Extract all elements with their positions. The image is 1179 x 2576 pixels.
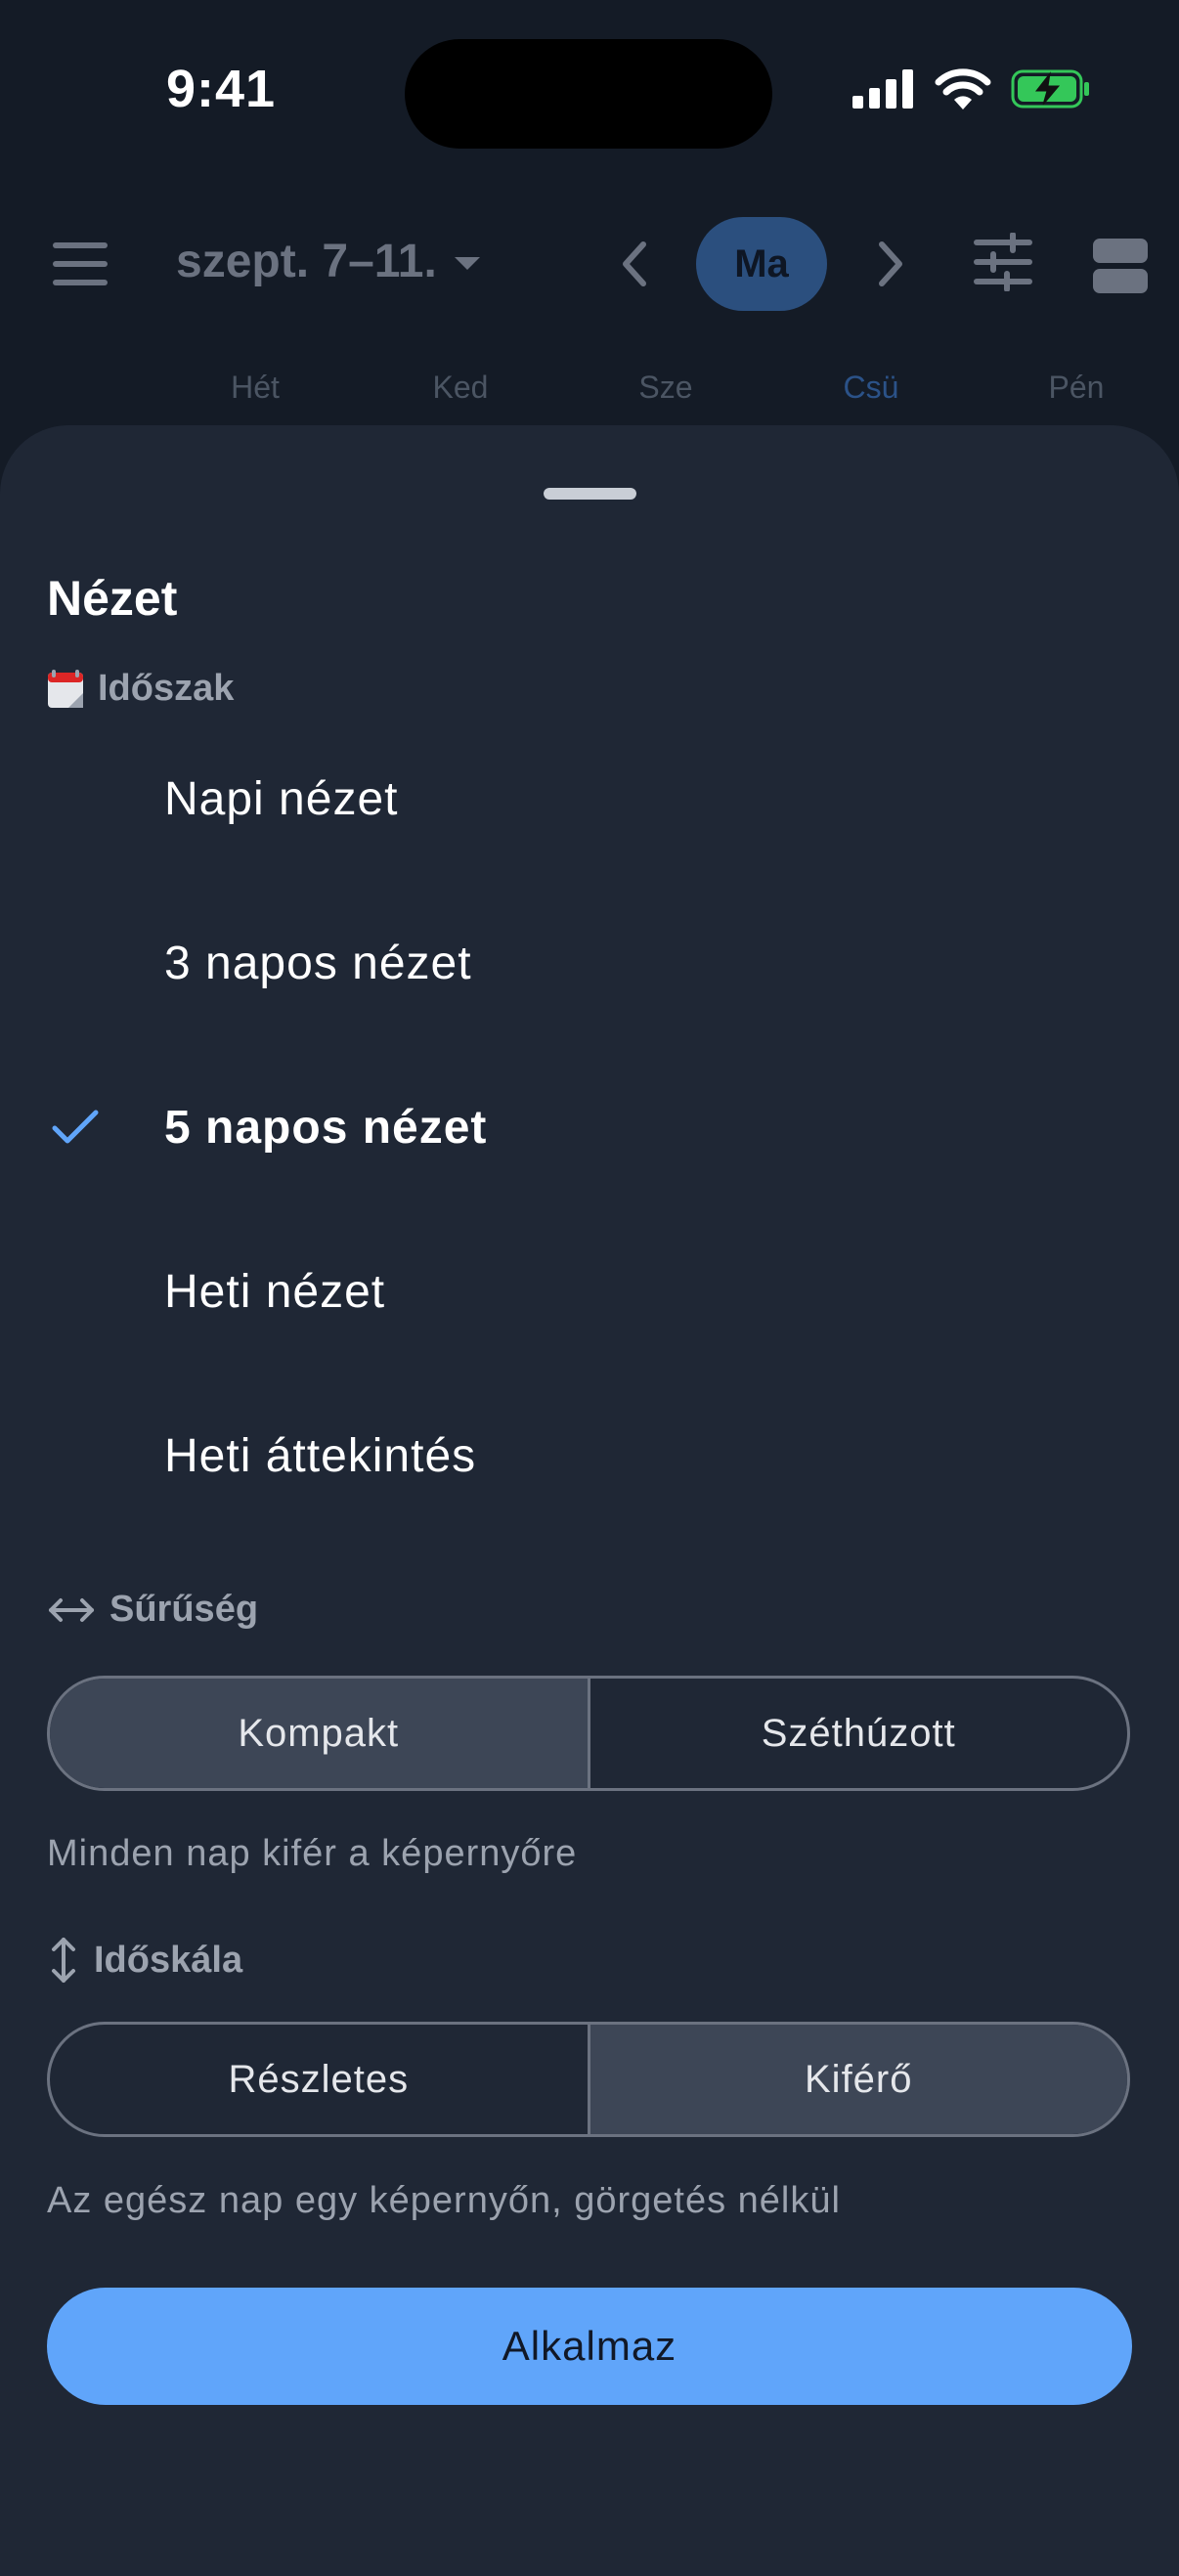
battery-charging-icon bbox=[1011, 69, 1089, 109]
density-hint: Minden nap kifér a képernyőre bbox=[47, 1833, 578, 1874]
today-button[interactable]: Ma bbox=[696, 217, 827, 311]
hamburger-menu-icon[interactable] bbox=[53, 242, 109, 285]
option-label: 5 napos nézet bbox=[164, 1101, 488, 1154]
period-option-3-day[interactable]: 3 napos nézet bbox=[0, 881, 1179, 1045]
chevron-right-icon[interactable] bbox=[870, 239, 909, 289]
timescale-segmented-control: Részletes Kiférő bbox=[47, 2022, 1130, 2137]
period-option-week-overview[interactable]: Heti áttekintés bbox=[0, 1374, 1179, 1538]
calendar-icon bbox=[48, 669, 83, 708]
option-label: Napi nézet bbox=[164, 772, 399, 825]
layout-rows-icon[interactable] bbox=[1093, 239, 1148, 293]
checkmark-icon bbox=[52, 1110, 99, 1144]
density-stretched-button[interactable]: Széthúzott bbox=[587, 1679, 1128, 1788]
drag-handle[interactable] bbox=[544, 488, 636, 500]
view-options-sheet: Nézet Időszak Napi nézet 3 napos nézet 5… bbox=[0, 425, 1179, 2576]
period-option-week[interactable]: Heti nézet bbox=[0, 1209, 1179, 1374]
timescale-detailed-button[interactable]: Részletes bbox=[50, 2025, 588, 2134]
day-header-fri: Pén bbox=[1048, 370, 1105, 405]
density-label: Sűrűség bbox=[109, 1589, 259, 1630]
day-headers: Hét Ked Sze Csü Pén bbox=[0, 370, 1179, 418]
day-header-mon: Hét bbox=[231, 370, 280, 405]
timescale-fit-button[interactable]: Kiférő bbox=[587, 2025, 1127, 2134]
wifi-icon bbox=[935, 68, 991, 109]
day-header-wed: Sze bbox=[638, 370, 693, 405]
apply-button[interactable]: Alkalmaz bbox=[47, 2288, 1132, 2405]
sliders-icon[interactable] bbox=[974, 233, 1032, 291]
option-label: Heti nézet bbox=[164, 1265, 386, 1318]
option-label: Heti áttekintés bbox=[164, 1429, 477, 1482]
date-range-selector[interactable]: szept. 7–11. bbox=[176, 235, 480, 288]
density-segmented-control: Kompakt Széthúzott bbox=[47, 1676, 1130, 1791]
vertical-arrows-icon bbox=[52, 1938, 75, 1983]
period-option-5-day[interactable]: 5 napos nézet bbox=[0, 1045, 1179, 1209]
caret-down-icon bbox=[454, 257, 480, 270]
period-section-label: Időszak bbox=[47, 668, 234, 710]
timescale-hint: Az egész nap egy képernyőn, görgetés nél… bbox=[47, 2180, 841, 2221]
day-header-thu: Csü bbox=[843, 370, 899, 405]
option-label: 3 napos nézet bbox=[164, 937, 472, 989]
period-label: Időszak bbox=[98, 668, 235, 709]
density-compact-button[interactable]: Kompakt bbox=[50, 1679, 588, 1788]
signal-icon bbox=[852, 69, 913, 109]
status-icons bbox=[852, 68, 1091, 109]
density-section-label: Sűrűség bbox=[47, 1589, 258, 1631]
date-range-label: szept. 7–11. bbox=[176, 236, 437, 287]
sheet-title: Nézet bbox=[47, 571, 178, 626]
timescale-label: Időskála bbox=[94, 1939, 243, 1981]
status-time: 9:41 bbox=[166, 60, 277, 118]
day-header-tue: Ked bbox=[432, 370, 489, 405]
horizontal-arrows-icon bbox=[49, 1597, 94, 1622]
timescale-section-label: Időskála bbox=[47, 1936, 242, 1985]
period-option-day[interactable]: Napi nézet bbox=[0, 717, 1179, 881]
chevron-left-icon[interactable] bbox=[616, 239, 655, 289]
dynamic-island bbox=[405, 39, 772, 149]
